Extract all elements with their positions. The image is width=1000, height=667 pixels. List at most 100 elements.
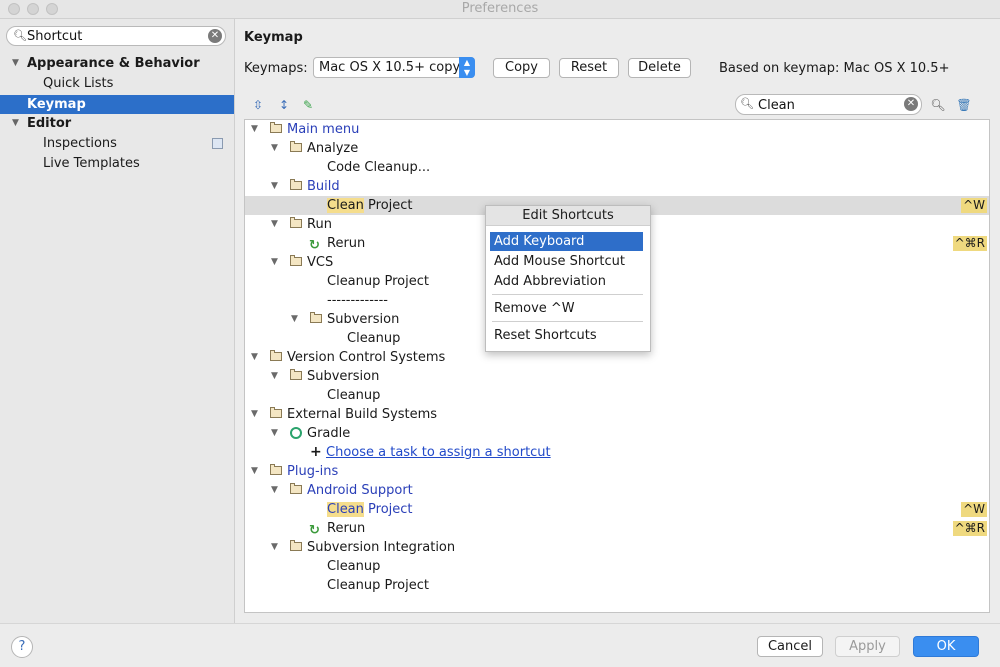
tree-row-label: Cleanup Project bbox=[327, 274, 429, 289]
page-title: Keymap bbox=[244, 30, 303, 45]
sidebar-item-label: Keymap bbox=[27, 97, 86, 112]
tree-row-external-build-systems[interactable]: ▼ External Build Systems bbox=[245, 405, 989, 424]
expanded-arrow-icon[interactable]: ▼ bbox=[251, 348, 258, 367]
help-button[interactable]: ? bbox=[11, 636, 33, 658]
chevron-up-down-icon[interactable]: ▲ ▼ bbox=[459, 57, 475, 78]
tree-row-label: Clean Project bbox=[327, 196, 413, 215]
search-match-highlight: Clean bbox=[327, 198, 364, 213]
menu-item-add-abbreviation[interactable]: Add Abbreviation bbox=[490, 272, 643, 291]
sidebar-item-label: Editor bbox=[27, 116, 72, 131]
settings-search-input[interactable] bbox=[27, 28, 197, 44]
folder-icon bbox=[290, 141, 302, 152]
based-on-keymap-text: Based on keymap: Mac OS X 10.5+ bbox=[719, 61, 950, 76]
expanded-arrow-icon[interactable]: ▼ bbox=[271, 139, 278, 158]
tree-row-android-support[interactable]: ▼ Android Support bbox=[245, 481, 989, 500]
build-folder-icon bbox=[270, 407, 282, 418]
apply-button[interactable]: Apply bbox=[835, 636, 900, 657]
tree-row-label: Cleanup bbox=[347, 331, 401, 346]
sidebar-item-live-templates[interactable]: Live Templates bbox=[0, 154, 234, 173]
tree-row-subversion[interactable]: ▼ Subversion bbox=[245, 367, 989, 386]
tree-row-label: Subversion bbox=[307, 369, 380, 384]
menu-item-add-mouse-shortcut[interactable]: Add Mouse Shortcut bbox=[490, 252, 643, 271]
sidebar-item-label: Quick Lists bbox=[43, 76, 114, 91]
collapse-all-icon[interactable]: ↕ bbox=[276, 97, 292, 113]
edit-shortcuts-popup: Edit Shortcuts Add Keyboard Shortcut Add… bbox=[485, 205, 651, 352]
cancel-button[interactable]: Cancel bbox=[757, 636, 823, 657]
tree-row-label: Code Cleanup... bbox=[327, 160, 431, 175]
tree-row-subversion-integration[interactable]: ▼ Subversion Integration bbox=[245, 538, 989, 557]
tree-row-main-menu[interactable]: ▼ Main menu bbox=[245, 120, 989, 139]
folder-icon bbox=[290, 255, 302, 266]
menu-item-remove-shortcut[interactable]: Remove ^W bbox=[490, 299, 643, 318]
edit-pencil-icon[interactable]: ✎ bbox=[300, 97, 316, 113]
ok-button[interactable]: OK bbox=[913, 636, 979, 657]
tree-row-gradle[interactable]: ▼ Gradle bbox=[245, 424, 989, 443]
keymap-action-tree: ▼ Main menu ▼ Analyze Code Cleanup... ▼ … bbox=[244, 119, 990, 613]
delete-button[interactable]: Delete bbox=[628, 58, 691, 78]
menu-separator bbox=[492, 294, 643, 295]
sidebar-item-quick-lists[interactable]: Quick Lists bbox=[0, 74, 234, 93]
tree-row-label: Plug-ins bbox=[287, 464, 339, 479]
tree-row-cleanup[interactable]: Cleanup bbox=[245, 557, 989, 576]
expanded-arrow-icon[interactable]: ▼ bbox=[271, 215, 278, 234]
sidebar-item-keymap[interactable]: Keymap bbox=[0, 95, 234, 114]
shortcut-badge: ^⌘R bbox=[952, 521, 987, 536]
tree-row-label: Subversion Integration bbox=[307, 540, 456, 555]
sidebar-item-label: Live Templates bbox=[43, 156, 140, 171]
tree-row-rerun[interactable]: ↻ Rerun ^⌘R bbox=[245, 519, 989, 538]
folder-icon bbox=[290, 540, 302, 551]
sidebar-item-label: Inspections bbox=[43, 136, 117, 151]
clear-filter-icon[interactable]: ✕ bbox=[904, 97, 918, 111]
menu-item-reset-shortcuts[interactable]: Reset Shortcuts bbox=[490, 326, 643, 345]
sidebar-item-inspections[interactable]: Inspections bbox=[0, 134, 234, 153]
tree-row-cleanup-project[interactable]: Cleanup Project bbox=[245, 576, 989, 595]
settings-search-box[interactable]: 🔍︎ ✕ bbox=[6, 26, 226, 46]
folder-icon bbox=[290, 179, 302, 190]
expanded-arrow-icon[interactable]: ▼ bbox=[271, 177, 278, 196]
keymap-select[interactable]: Mac OS X 10.5+ copy ▲ ▼ bbox=[313, 57, 475, 78]
tree-row-clean-project[interactable]: Clean Project ^W bbox=[245, 500, 989, 519]
expanded-arrow-icon[interactable]: ▼ bbox=[251, 405, 258, 424]
menu-item-add-keyboard-shortcut[interactable]: Add Keyboard Shortcut bbox=[490, 232, 643, 268]
tree-row-plug-ins[interactable]: ▼ Plug-ins bbox=[245, 462, 989, 481]
expanded-arrow-icon[interactable]: ▼ bbox=[271, 367, 278, 386]
tree-row-label: Android Support bbox=[307, 483, 413, 498]
reset-button[interactable]: Reset bbox=[559, 58, 619, 78]
tree-row-choose-task[interactable]: + Choose a task to assign a shortcut bbox=[245, 443, 989, 462]
tree-row-label: Rerun bbox=[327, 236, 366, 251]
keymap-filter-box[interactable]: 🔍︎ ✕ bbox=[735, 94, 922, 115]
expanded-arrow-icon[interactable]: ▼ bbox=[251, 120, 258, 139]
tree-row-label: Run bbox=[307, 217, 332, 232]
expanded-arrow-icon[interactable]: ▼ bbox=[12, 114, 19, 133]
expanded-arrow-icon[interactable]: ▼ bbox=[12, 54, 19, 73]
folder-icon bbox=[290, 369, 302, 380]
expanded-arrow-icon[interactable]: ▼ bbox=[271, 538, 278, 557]
copy-button[interactable]: Copy bbox=[493, 58, 550, 78]
search-icon: 🔍︎ bbox=[13, 29, 27, 42]
tree-row-build[interactable]: ▼ Build bbox=[245, 177, 989, 196]
expand-all-icon[interactable]: ⇳ bbox=[250, 97, 266, 113]
find-by-shortcut-icon[interactable]: 🔍︎ bbox=[930, 97, 946, 113]
tree-row-cleanup[interactable]: Cleanup bbox=[245, 386, 989, 405]
window-title: Preferences bbox=[461, 1, 539, 16]
settings-sidebar: 🔍︎ ✕ ▼ Appearance & Behavior Quick Lists… bbox=[0, 19, 235, 623]
folder-icon bbox=[270, 464, 282, 475]
sidebar-item-appearance-behavior[interactable]: ▼ Appearance & Behavior bbox=[0, 54, 234, 73]
tree-row-label: Build bbox=[307, 179, 340, 194]
expanded-arrow-icon[interactable]: ▼ bbox=[271, 253, 278, 272]
expanded-arrow-icon[interactable]: ▼ bbox=[251, 462, 258, 481]
expanded-arrow-icon[interactable]: ▼ bbox=[291, 310, 298, 329]
gradle-icon bbox=[290, 427, 302, 439]
expanded-arrow-icon[interactable]: ▼ bbox=[271, 424, 278, 443]
tree-row-label: ------------- bbox=[327, 293, 388, 308]
keymap-filter-input[interactable] bbox=[758, 97, 898, 113]
choose-task-link[interactable]: Choose a task to assign a shortcut bbox=[326, 443, 551, 462]
expanded-arrow-icon[interactable]: ▼ bbox=[271, 481, 278, 500]
trash-icon[interactable]: 🗑︎ bbox=[956, 97, 972, 113]
sidebar-item-editor[interactable]: ▼ Editor bbox=[0, 114, 234, 133]
keymap-select-value: Mac OS X 10.5+ copy bbox=[319, 60, 461, 75]
clear-search-icon[interactable]: ✕ bbox=[208, 29, 222, 43]
tree-row-code-cleanup[interactable]: Code Cleanup... bbox=[245, 158, 989, 177]
tree-row-analyze[interactable]: ▼ Analyze bbox=[245, 139, 989, 158]
tree-row-label-rest: Project bbox=[363, 502, 413, 517]
